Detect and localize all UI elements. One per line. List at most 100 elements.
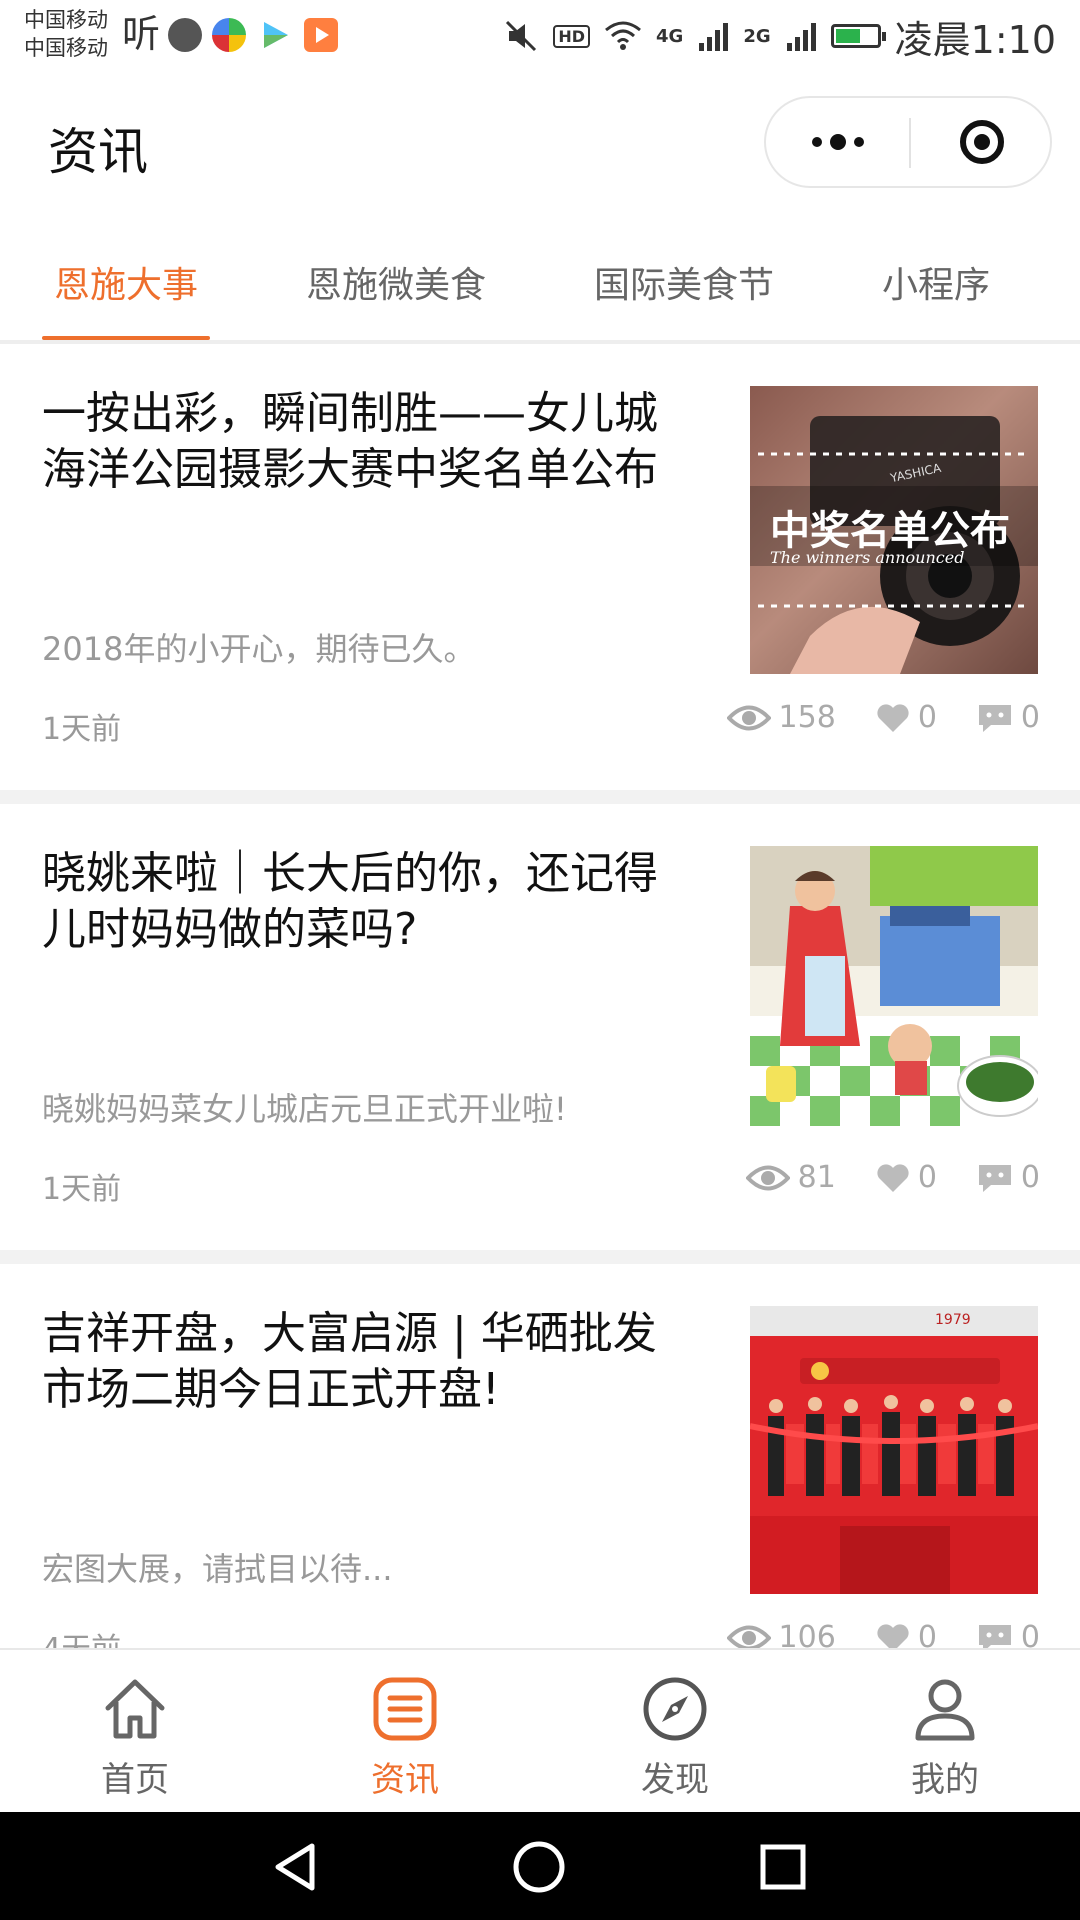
title-bar: 资讯 bbox=[0, 72, 1080, 220]
article-stats: 158 0 0 bbox=[687, 700, 1040, 735]
news-icon bbox=[373, 1677, 437, 1741]
signal-1-label: 4G bbox=[656, 25, 684, 47]
views-count: 81 bbox=[797, 1160, 836, 1195]
dot-icon bbox=[829, 134, 846, 150]
more-button[interactable] bbox=[766, 98, 909, 186]
nav-profile[interactable]: 我的 bbox=[810, 1650, 1080, 1812]
sync-app-icon bbox=[212, 18, 246, 52]
article-desc: 2018年的小开心，期待已久。 bbox=[42, 630, 476, 668]
target-icon bbox=[959, 120, 1004, 164]
eye-icon bbox=[745, 1165, 790, 1190]
page-title: 资讯 bbox=[48, 123, 148, 181]
mute-icon bbox=[506, 20, 537, 52]
hd-badge: HD bbox=[553, 24, 591, 48]
article-stats: 106 0 0 bbox=[687, 1620, 1040, 1648]
nav-home[interactable]: 首页 bbox=[0, 1650, 270, 1812]
signal-1-icon bbox=[699, 23, 729, 51]
article-time: 4天前 bbox=[42, 1624, 121, 1648]
views-stat: 158 bbox=[726, 700, 836, 735]
article-thumbnail[interactable] bbox=[750, 846, 1038, 1134]
article-card[interactable]: 晓姚来啦｜长大后的你，还记得儿时妈妈做的菜吗? 晓姚妈妈菜女儿城店元旦正式开业啦… bbox=[0, 804, 1080, 1250]
miniprogram-capsule bbox=[764, 96, 1052, 188]
system-navigation-bar bbox=[0, 1812, 1080, 1920]
tab-enshi-events[interactable]: 恩施大事 bbox=[54, 256, 198, 308]
comment-icon bbox=[978, 704, 1011, 732]
ribbon-ceremony-image bbox=[750, 1306, 1038, 1594]
comments-count: 0 bbox=[1020, 1160, 1040, 1195]
play-app-icon bbox=[258, 18, 292, 52]
heart-icon bbox=[877, 1163, 909, 1192]
comment-icon bbox=[978, 1624, 1011, 1648]
battery-fill bbox=[835, 29, 860, 43]
article-time: 1天前 bbox=[42, 1172, 122, 1207]
signal-2-label: 2G bbox=[743, 25, 771, 47]
status-right: HD 4G 2G 凌晨1:10 bbox=[503, 10, 1056, 62]
active-tab-indicator bbox=[42, 336, 210, 340]
status-bar: 中国移动 中国移动 听 HD 4G 2G 凌晨1:10 bbox=[0, 0, 1080, 72]
wifi-icon bbox=[605, 21, 641, 50]
likes-count: 0 bbox=[917, 1160, 937, 1195]
sound-app-icon bbox=[168, 18, 202, 52]
video-app-icon bbox=[304, 18, 338, 52]
article-title[interactable]: 一按出彩，瞬间制胜——女儿城海洋公园摄影大赛中奖名单公布 bbox=[42, 386, 682, 498]
comment-icon bbox=[978, 1164, 1011, 1192]
category-tabs: 恩施大事 恩施微美食 国际美食节 小程序 bbox=[0, 220, 1080, 344]
article-title[interactable]: 晓姚来啦｜长大后的你，还记得儿时妈妈做的菜吗? bbox=[42, 846, 682, 958]
article-thumbnail[interactable]: YASHICA 中奖名单公布 The winners announced bbox=[750, 386, 1038, 674]
nav-profile-label: 我的 bbox=[911, 1760, 979, 1800]
bottom-tab-bar: 首页 资讯 发现 我的 bbox=[0, 1648, 1080, 1812]
likes-stat[interactable]: 0 bbox=[876, 1620, 937, 1648]
views-count: 106 bbox=[778, 1620, 836, 1648]
signal-2-icon bbox=[786, 23, 816, 51]
views-stat: 106 bbox=[726, 1620, 836, 1648]
kitchen-illustration-image bbox=[750, 846, 1038, 1134]
article-thumbnail[interactable]: 1979 bbox=[750, 1306, 1038, 1594]
thumb-subtitle: The winners announced bbox=[770, 548, 965, 567]
back-icon[interactable] bbox=[272, 1842, 322, 1892]
likes-stat[interactable]: 0 bbox=[876, 1160, 937, 1195]
nav-discover-label: 发现 bbox=[641, 1760, 709, 1800]
carrier-2: 中国移动 bbox=[24, 36, 108, 60]
comments-stat[interactable]: 0 bbox=[977, 1160, 1040, 1195]
comments-stat[interactable]: 0 bbox=[977, 1620, 1040, 1648]
article-stats: 81 0 0 bbox=[706, 1160, 1040, 1195]
likes-count: 0 bbox=[917, 1620, 937, 1648]
nav-news[interactable]: 资讯 bbox=[270, 1650, 540, 1812]
compass-icon bbox=[643, 1677, 707, 1741]
clock: 凌晨1:10 bbox=[894, 17, 1056, 62]
article-title[interactable]: 吉祥开盘，大富启源 | 华硒批发市场二期今日正式开盘! bbox=[42, 1306, 682, 1418]
user-icon bbox=[915, 1679, 975, 1741]
dot-icon bbox=[853, 137, 864, 147]
article-desc: 宏图大展，请拭目以待... bbox=[42, 1550, 393, 1588]
dot-icon bbox=[811, 137, 822, 147]
comments-stat[interactable]: 0 bbox=[977, 700, 1040, 735]
article-card[interactable]: 一按出彩，瞬间制胜——女儿城海洋公园摄影大赛中奖名单公布 2018年的小开心，期… bbox=[0, 344, 1080, 790]
nav-home-label: 首页 bbox=[101, 1760, 169, 1800]
comments-count: 0 bbox=[1020, 700, 1040, 735]
article-feed[interactable]: 一按出彩，瞬间制胜——女儿城海洋公园摄影大赛中奖名单公布 2018年的小开心，期… bbox=[0, 344, 1080, 1648]
likes-stat[interactable]: 0 bbox=[876, 700, 937, 735]
eye-icon bbox=[726, 705, 771, 730]
battery-icon bbox=[830, 24, 886, 48]
article-time: 1天前 bbox=[42, 712, 122, 747]
heart-icon bbox=[877, 1623, 909, 1648]
ting-icon: 听 bbox=[122, 12, 161, 56]
tab-food-festival[interactable]: 国际美食节 bbox=[594, 256, 774, 308]
comments-count: 0 bbox=[1020, 1620, 1040, 1648]
tab-mini-program[interactable]: 小程序 bbox=[882, 256, 990, 308]
carrier-info: 中国移动 中国移动 bbox=[24, 6, 108, 62]
nav-discover[interactable]: 发现 bbox=[540, 1650, 810, 1812]
article-desc: 晓姚妈妈菜女儿城店元旦正式开业啦! bbox=[42, 1090, 567, 1128]
tab-enshi-food[interactable]: 恩施微美食 bbox=[306, 256, 486, 308]
thumb-year: 1979 bbox=[935, 1312, 971, 1328]
home-icon bbox=[105, 1679, 165, 1739]
likes-count: 0 bbox=[917, 700, 937, 735]
recents-icon[interactable] bbox=[758, 1842, 808, 1892]
eye-icon bbox=[726, 1625, 771, 1648]
article-card[interactable]: 吉祥开盘，大富启源 | 华硒批发市场二期今日正式开盘! 宏图大展，请拭目以待..… bbox=[0, 1264, 1080, 1648]
home-circle-icon[interactable] bbox=[512, 1840, 566, 1894]
close-button[interactable] bbox=[911, 98, 1052, 186]
carrier-1: 中国移动 bbox=[24, 8, 108, 32]
nav-news-label: 资讯 bbox=[371, 1760, 439, 1800]
views-count: 158 bbox=[778, 700, 836, 735]
